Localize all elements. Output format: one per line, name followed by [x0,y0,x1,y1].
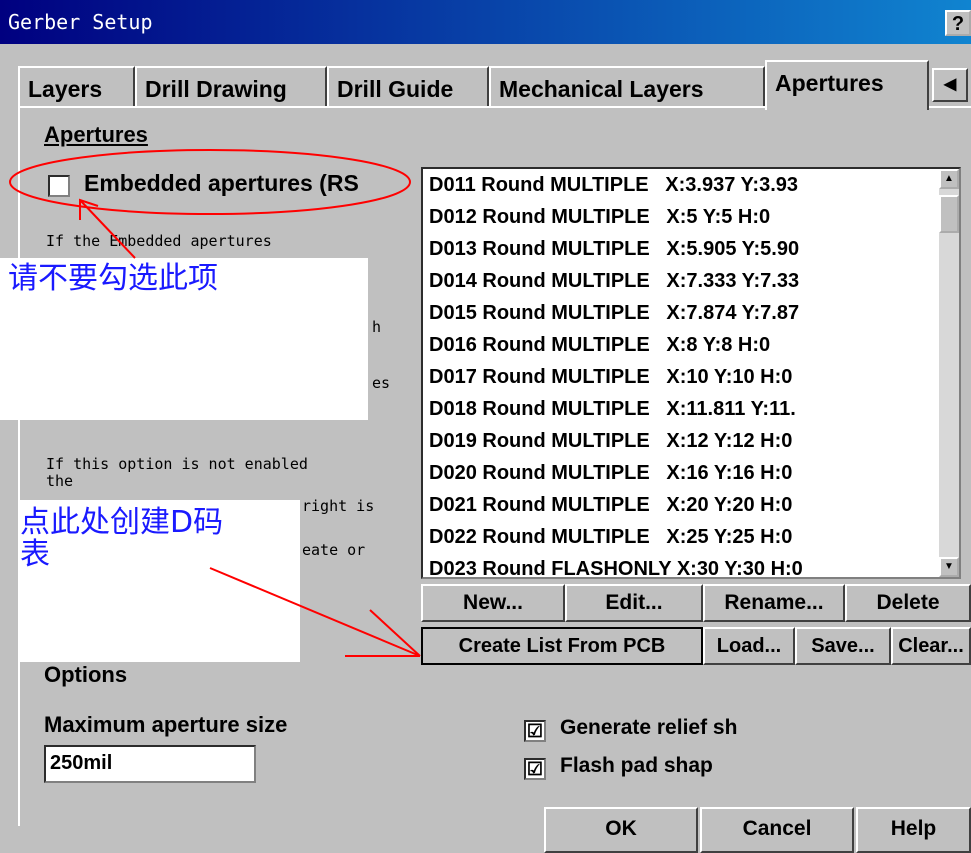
tab-scroll-left-button[interactable]: ◀ [932,68,968,102]
flash-pad-label: Flash pad shap [560,754,713,777]
options-group-label: Options [44,662,128,687]
list-item[interactable]: D021 Round MULTIPLE X:20 Y:20 H:0 [423,489,959,521]
description-line-4: If this option is not enabled [46,455,308,473]
tab-mechanical-layers[interactable]: Mechanical Layers [489,66,765,108]
description-line-1: If the Embedded apertures [46,232,272,250]
scroll-thumb[interactable] [939,195,959,233]
help-title-button[interactable]: ? [945,10,971,36]
title-bar: Gerber Setup ? [0,0,971,44]
tab-apertures[interactable]: Apertures [765,60,929,110]
flash-pad-checkbox[interactable]: ☑ [524,758,546,780]
description-line-7: eate or [302,541,366,559]
edit-button[interactable]: Edit... [565,584,703,622]
list-item[interactable]: D017 Round MULTIPLE X:10 Y:10 H:0 [423,361,959,393]
window-title: Gerber Setup [8,10,153,34]
ok-button[interactable]: OK [544,807,698,853]
cancel-button[interactable]: Cancel [700,807,854,853]
max-aperture-input[interactable]: 250mil [44,745,256,783]
list-item[interactable]: D023 Round FLASHONLY X:30 Y:30 H:0 [423,553,959,577]
list-item[interactable]: D016 Round MULTIPLE X:8 Y:8 H:0 [423,329,959,361]
help-button[interactable]: Help [856,807,971,853]
generate-relief-label: Generate relief sh [560,716,738,739]
list-item[interactable]: D022 Round MULTIPLE X:25 Y:25 H:0 [423,521,959,553]
list-scrollbar[interactable]: ▲ ▼ [939,169,959,577]
scroll-down-icon[interactable]: ▼ [939,557,959,577]
list-item[interactable]: D011 Round MULTIPLE X:3.937 Y:3.93 [423,169,959,201]
new-button[interactable]: New... [421,584,565,622]
list-item[interactable]: D013 Round MULTIPLE X:5.905 Y:5.90 [423,233,959,265]
description-line-2: h [372,318,382,336]
annotation-note-2-line-1: 点此处创建D码 [20,505,224,540]
tab-drill-guide[interactable]: Drill Guide [327,66,489,108]
max-aperture-label: Maximum aperture size [44,712,288,737]
embedded-apertures-checkbox[interactable] [48,175,70,197]
scroll-up-icon[interactable]: ▲ [939,169,959,189]
list-item[interactable]: D014 Round MULTIPLE X:7.333 Y:7.33 [423,265,959,297]
list-item[interactable]: D020 Round MULTIPLE X:16 Y:16 H:0 [423,457,959,489]
annotation-note-2-line-2: 表 [20,537,50,572]
tab-layers[interactable]: Layers [18,66,135,108]
delete-button[interactable]: Delete [845,584,971,622]
description-line-5: the [46,472,74,490]
list-item[interactable]: D015 Round MULTIPLE X:7.874 Y:7.87 [423,297,959,329]
annotation-note-1: 请不要勾选此项 [8,261,218,296]
description-line-3: es [372,374,391,392]
aperture-list[interactable]: D011 Round MULTIPLE X:3.937 Y:3.93 D012 … [421,167,961,579]
tab-strip: Layers Drill Drawing Drill Guide Mechani… [18,60,971,110]
apertures-group-label: Apertures [44,122,148,147]
clear-button[interactable]: Clear... [891,627,971,665]
load-button[interactable]: Load... [703,627,795,665]
save-button[interactable]: Save... [795,627,891,665]
list-item[interactable]: D019 Round MULTIPLE X:12 Y:12 H:0 [423,425,959,457]
list-item[interactable]: D012 Round MULTIPLE X:5 Y:5 H:0 [423,201,959,233]
create-list-from-pcb-button[interactable]: Create List From PCB [421,627,703,665]
tab-drill-drawing[interactable]: Drill Drawing [135,66,327,108]
embedded-apertures-label: Embedded apertures (RS [84,170,359,196]
generate-relief-checkbox[interactable]: ☑ [524,720,546,742]
description-line-6: right is [302,497,375,515]
list-item[interactable]: D018 Round MULTIPLE X:11.811 Y:11. [423,393,959,425]
rename-button[interactable]: Rename... [703,584,845,622]
